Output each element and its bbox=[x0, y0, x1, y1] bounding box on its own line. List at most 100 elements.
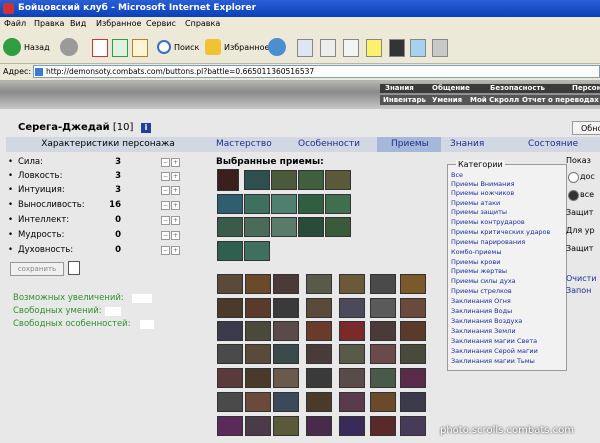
category-link[interactable]: Заклинания Воды bbox=[451, 307, 512, 315]
skill-slot-icon[interactable] bbox=[325, 170, 351, 190]
skill-icon[interactable] bbox=[339, 298, 365, 318]
skill-icon[interactable] bbox=[306, 368, 332, 388]
category-link[interactable]: Приемы ножчиков bbox=[451, 189, 514, 197]
stat-minus-button[interactable]: − bbox=[161, 216, 170, 225]
skill-slot-icon[interactable] bbox=[244, 217, 270, 237]
search-button[interactable]: Поиск bbox=[157, 38, 202, 58]
menu-security[interactable]: Безопасность bbox=[490, 84, 545, 93]
tab-state[interactable]: Состояние bbox=[528, 137, 598, 152]
skill-icon[interactable] bbox=[339, 274, 365, 294]
tab-knowledge[interactable]: Знания bbox=[450, 137, 506, 152]
category-link[interactable]: Заклинания магии Тьмы bbox=[451, 357, 535, 365]
skill-slot-icon[interactable] bbox=[244, 170, 270, 190]
stat-minus-button[interactable]: − bbox=[161, 246, 170, 255]
category-link[interactable]: Комбо-приемы bbox=[451, 248, 501, 256]
skill-icon[interactable] bbox=[339, 368, 365, 388]
skill-icon[interactable] bbox=[245, 321, 271, 341]
category-link[interactable]: Приемы крови bbox=[451, 258, 500, 266]
skill-icon[interactable] bbox=[400, 344, 426, 364]
skill-slot-icon[interactable] bbox=[298, 194, 324, 214]
address-input[interactable]: http://demonsoty.combats.com/buttons.pl?… bbox=[33, 65, 600, 78]
stat-plus-button[interactable]: + bbox=[171, 158, 180, 167]
skill-icon[interactable] bbox=[245, 274, 271, 294]
skill-slot-icon[interactable] bbox=[217, 217, 243, 237]
stat-minus-button[interactable]: − bbox=[161, 158, 170, 167]
menu-transfers[interactable]: Отчет о переводах bbox=[522, 95, 599, 105]
skill-slot-icon[interactable] bbox=[217, 169, 239, 191]
stat-minus-button[interactable]: − bbox=[161, 231, 170, 240]
skill-slot-icon[interactable] bbox=[325, 217, 351, 237]
skill-icon[interactable] bbox=[306, 274, 332, 294]
stat-plus-button[interactable]: + bbox=[171, 201, 180, 210]
radio-option-1[interactable] bbox=[568, 172, 579, 183]
refresh-button[interactable]: Обно bbox=[572, 121, 600, 135]
skill-icon[interactable] bbox=[370, 321, 396, 341]
skill-slot-icon[interactable] bbox=[271, 217, 297, 237]
skill-icon[interactable] bbox=[273, 344, 299, 364]
skill-icon[interactable] bbox=[400, 298, 426, 318]
skill-icon[interactable] bbox=[306, 321, 332, 341]
menu-favorites[interactable]: Избранное bbox=[96, 19, 141, 28]
category-link[interactable]: Заклинания Серой магии bbox=[451, 347, 538, 355]
category-link[interactable]: Приемы атаки bbox=[451, 199, 500, 207]
category-link[interactable]: Приемы контрударов bbox=[451, 218, 525, 226]
tab-techniques[interactable]: Приемы bbox=[377, 137, 441, 152]
skill-slot-icon[interactable] bbox=[298, 170, 324, 190]
category-link[interactable]: Заклинания Огня bbox=[451, 297, 511, 305]
favorites-button[interactable]: Избранное bbox=[205, 38, 269, 58]
skill-icon[interactable] bbox=[217, 274, 243, 294]
skill-icon[interactable] bbox=[400, 392, 426, 412]
tab-mastery[interactable]: Мастерство bbox=[216, 137, 286, 152]
skill-icon[interactable] bbox=[306, 392, 332, 412]
skill-icon[interactable] bbox=[339, 392, 365, 412]
mail-icon[interactable] bbox=[297, 39, 313, 57]
skill-icon[interactable] bbox=[339, 344, 365, 364]
stat-plus-button[interactable]: + bbox=[171, 186, 180, 195]
skill-icon[interactable] bbox=[370, 368, 396, 388]
skill-icon[interactable] bbox=[217, 392, 243, 412]
stop-icon[interactable] bbox=[92, 39, 108, 57]
menu-inventory[interactable]: Инвентарь bbox=[383, 95, 426, 105]
skill-icon[interactable] bbox=[273, 298, 299, 318]
category-link[interactable]: Приемы парирования bbox=[451, 238, 525, 246]
skill-icon[interactable] bbox=[306, 344, 332, 364]
category-link[interactable]: Приемы силы духа bbox=[451, 277, 516, 285]
media-button[interactable] bbox=[268, 38, 288, 58]
skill-icon[interactable] bbox=[273, 416, 299, 436]
clear-link[interactable]: Очисти bbox=[566, 274, 596, 283]
skill-icon[interactable] bbox=[245, 392, 271, 412]
tab-features[interactable]: Особенности bbox=[298, 137, 372, 152]
skill-icon[interactable] bbox=[306, 298, 332, 318]
skill-slot-icon[interactable] bbox=[244, 241, 270, 261]
category-link[interactable]: Заклинания Земли bbox=[451, 327, 516, 335]
print-icon[interactable] bbox=[320, 39, 336, 57]
skill-icon[interactable] bbox=[400, 368, 426, 388]
menu-tools[interactable]: Сервис bbox=[146, 19, 176, 28]
skill-icon[interactable] bbox=[339, 416, 365, 436]
save-checkbox[interactable] bbox=[68, 261, 80, 275]
tools-icon[interactable] bbox=[432, 39, 448, 57]
skill-icon[interactable] bbox=[370, 416, 396, 436]
menu-edit[interactable]: Правка bbox=[34, 19, 64, 28]
skill-icon[interactable] bbox=[245, 368, 271, 388]
save-button[interactable]: сохранить bbox=[10, 262, 64, 276]
skill-icon[interactable] bbox=[245, 298, 271, 318]
category-link[interactable]: Приемы критических ударов bbox=[451, 228, 550, 236]
stat-plus-button[interactable]: + bbox=[171, 246, 180, 255]
skill-icon[interactable] bbox=[370, 392, 396, 412]
messenger-icon[interactable] bbox=[410, 39, 426, 57]
category-link[interactable]: Приемы стрелков bbox=[451, 287, 512, 295]
stat-plus-button[interactable]: + bbox=[171, 231, 180, 240]
category-link[interactable]: Приемы жертвы bbox=[451, 267, 507, 275]
refresh-icon[interactable] bbox=[112, 39, 128, 57]
skill-icon[interactable] bbox=[245, 416, 271, 436]
skill-slot-icon[interactable] bbox=[244, 194, 270, 214]
skill-slot-icon[interactable] bbox=[298, 217, 324, 237]
skill-icon[interactable] bbox=[245, 344, 271, 364]
back-button[interactable]: Назад bbox=[3, 38, 59, 58]
category-link[interactable]: Заклинания Воздуха bbox=[451, 317, 522, 325]
category-link[interactable]: Все bbox=[451, 171, 463, 179]
k-icon[interactable] bbox=[389, 39, 405, 57]
edit-icon[interactable] bbox=[343, 39, 359, 57]
menu-personal[interactable]: Персон bbox=[572, 84, 600, 93]
